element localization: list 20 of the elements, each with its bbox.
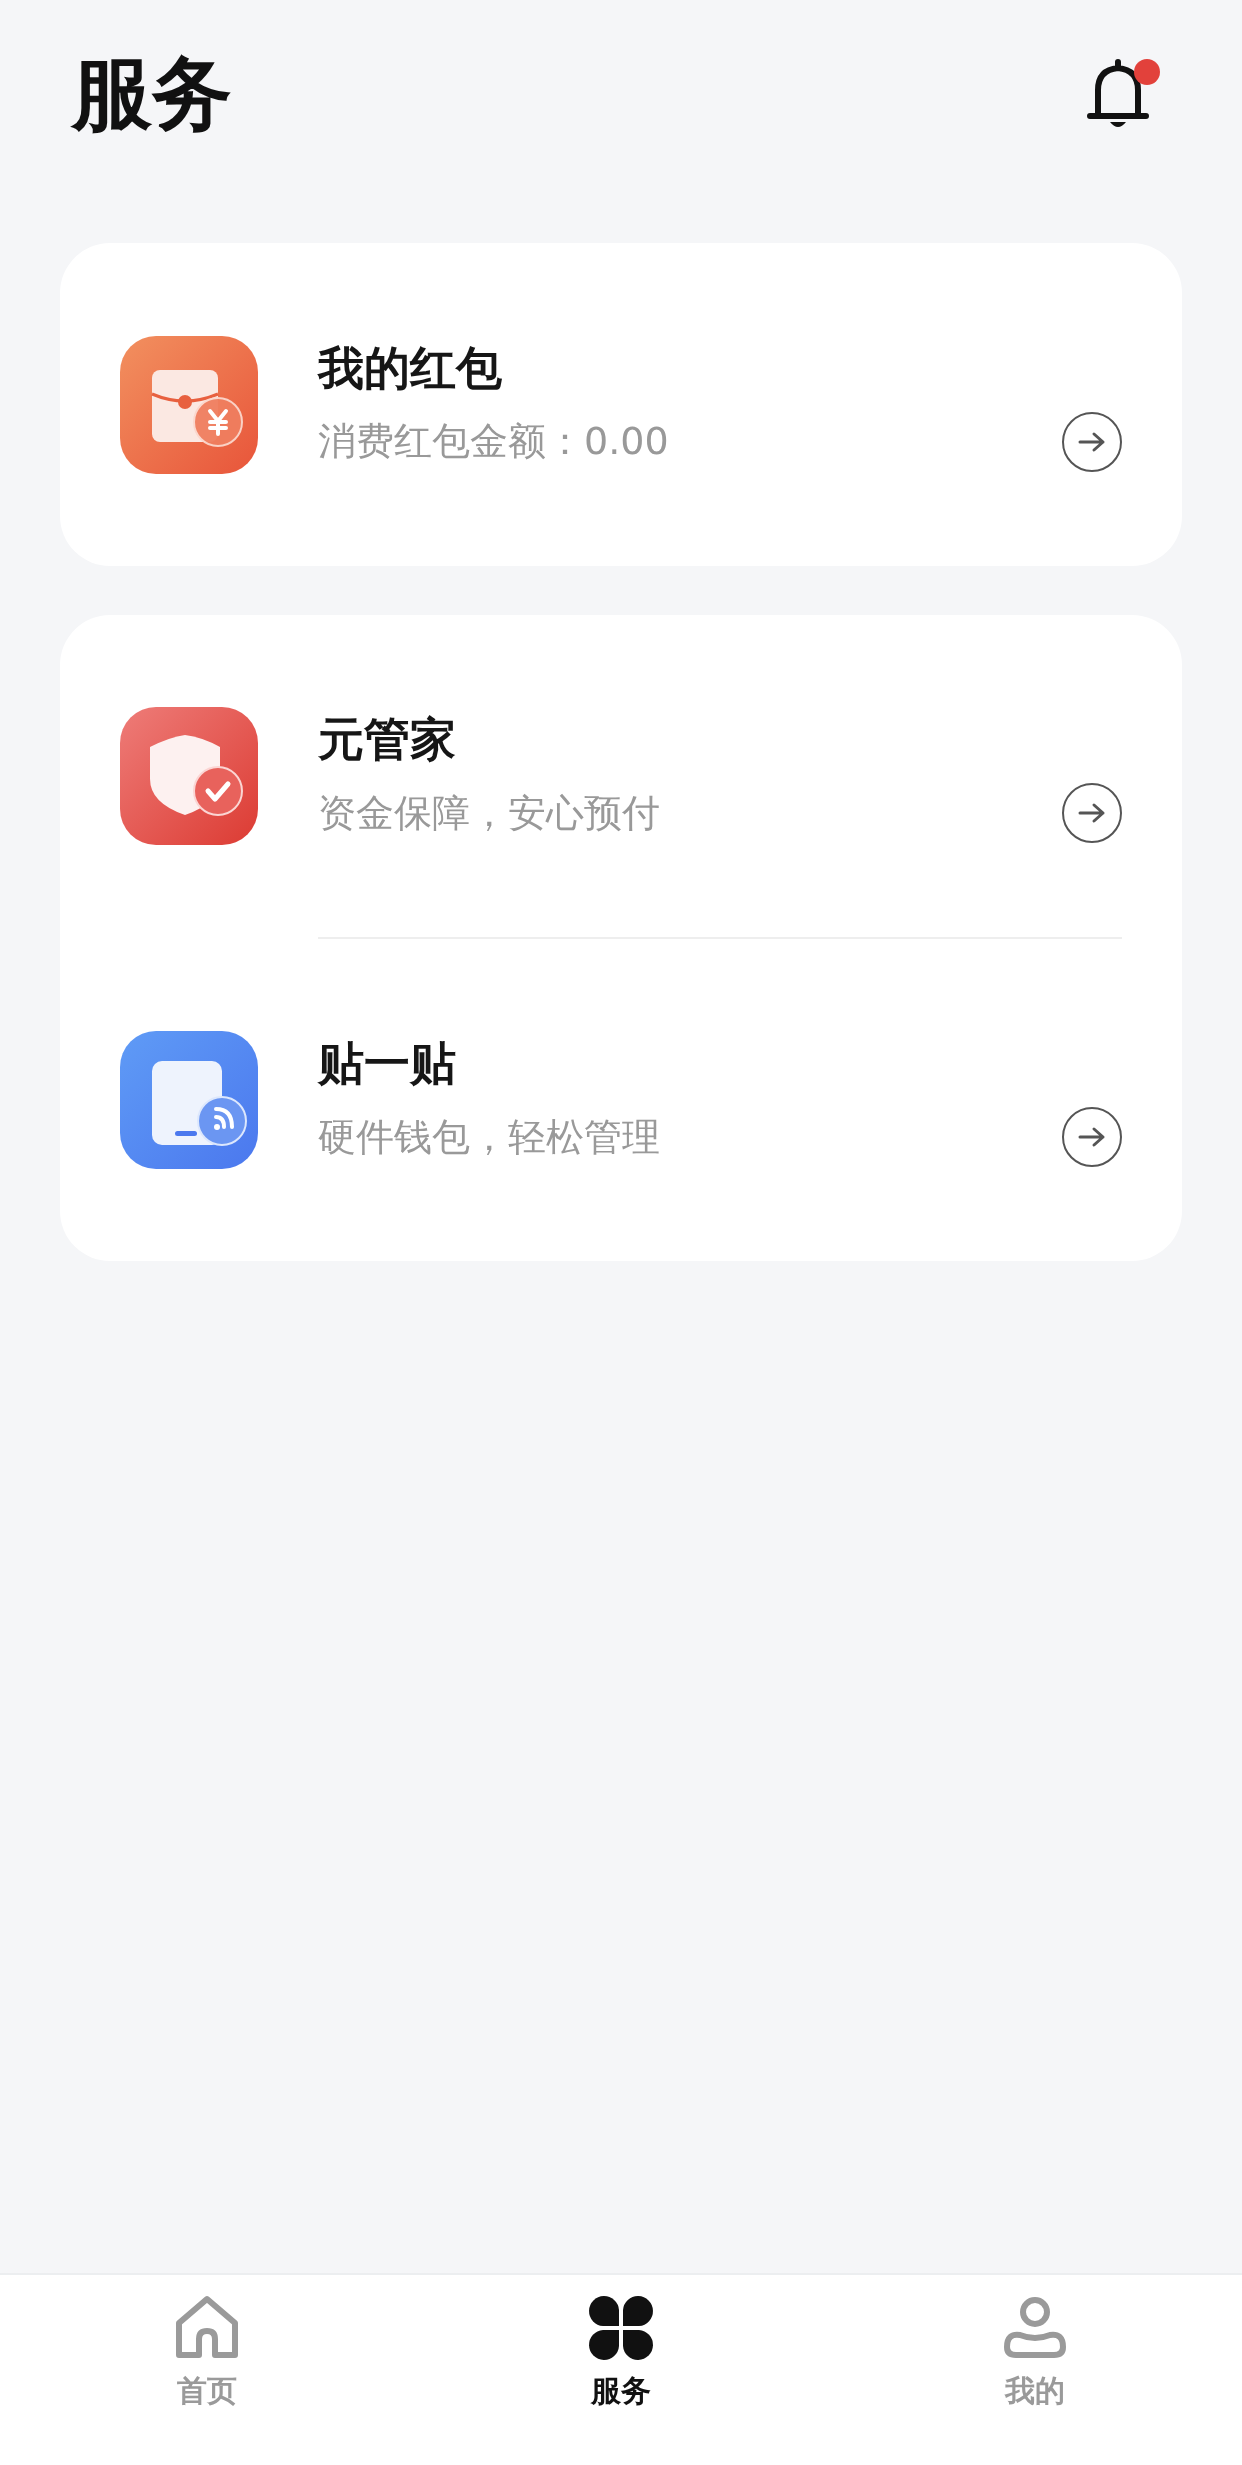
service-title: 元管家 (318, 711, 457, 768)
service-title: 我的红包 (318, 339, 503, 397)
arrow-button[interactable] (1062, 1107, 1122, 1167)
user-icon (1002, 2295, 1068, 2361)
nfc-card-icon (120, 1031, 258, 1169)
tab-bar-item[interactable]: 我的 (828, 2275, 1242, 2465)
service-subtitle: 消费红包金额：0.00 (318, 418, 670, 465)
arrow-button[interactable] (1062, 783, 1122, 843)
service-title: 贴一贴 (318, 1035, 457, 1092)
tab-bar-item[interactable]: 服务 (414, 2275, 828, 2465)
arrow-right-icon (1077, 801, 1107, 825)
page-title: 服务 (72, 46, 232, 142)
money-envelope-icon (120, 335, 258, 474)
four-petal-icon (588, 2295, 654, 2361)
arrow-right-icon (1077, 1125, 1107, 1149)
tab-bar-item[interactable]: 首页 (0, 2275, 414, 2465)
service-subtitle: 资金保障，安心预付 (318, 789, 661, 837)
service-subtitle: 硬件钱包，轻松管理 (318, 1113, 661, 1161)
shield-icon (120, 707, 258, 845)
home-icon (174, 2295, 240, 2361)
